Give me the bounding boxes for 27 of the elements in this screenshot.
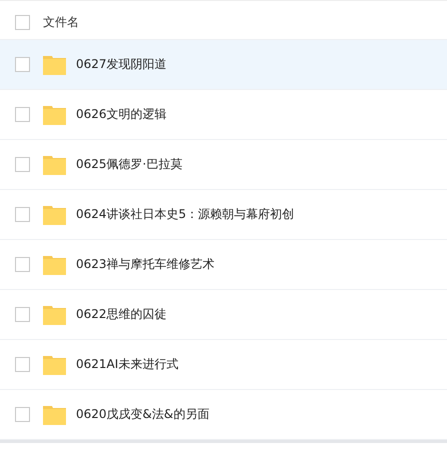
folder-name: 0624讲谈社日本史5：源赖朝与幕府初创	[76, 206, 294, 223]
folder-icon	[43, 204, 66, 224]
folder-icon	[43, 304, 66, 324]
folder-icon	[43, 54, 66, 74]
checkbox[interactable]	[15, 15, 30, 30]
checkbox[interactable]	[15, 107, 30, 122]
checkbox[interactable]	[15, 357, 30, 372]
folder-name: 0625佩德罗·巴拉莫	[76, 156, 182, 173]
folder-icon	[43, 154, 66, 174]
checkbox[interactable]	[15, 257, 30, 272]
checkbox[interactable]	[15, 207, 30, 222]
folder-row[interactable]: 0627发现阴阳道	[0, 40, 447, 90]
checkbox[interactable]	[15, 157, 30, 172]
folder-icon	[43, 254, 66, 274]
folder-name: 0627发现阴阳道	[76, 56, 167, 73]
folder-icon	[43, 404, 66, 424]
folder-name: 0626文明的逻辑	[76, 106, 167, 123]
folder-icon	[43, 354, 66, 374]
folder-name: 0623禅与摩托车维修艺术	[76, 256, 215, 273]
folder-name: 0621AI未来进行式	[76, 356, 178, 373]
checkbox[interactable]	[15, 307, 30, 322]
folder-name: 0620戊戌变&法&的另面	[76, 406, 210, 423]
checkbox[interactable]	[15, 57, 30, 72]
folder-icon	[43, 104, 66, 124]
checkbox[interactable]	[15, 407, 30, 422]
folder-name: 0622思维的囚徒	[76, 306, 167, 323]
column-header: 文件名	[43, 14, 79, 31]
